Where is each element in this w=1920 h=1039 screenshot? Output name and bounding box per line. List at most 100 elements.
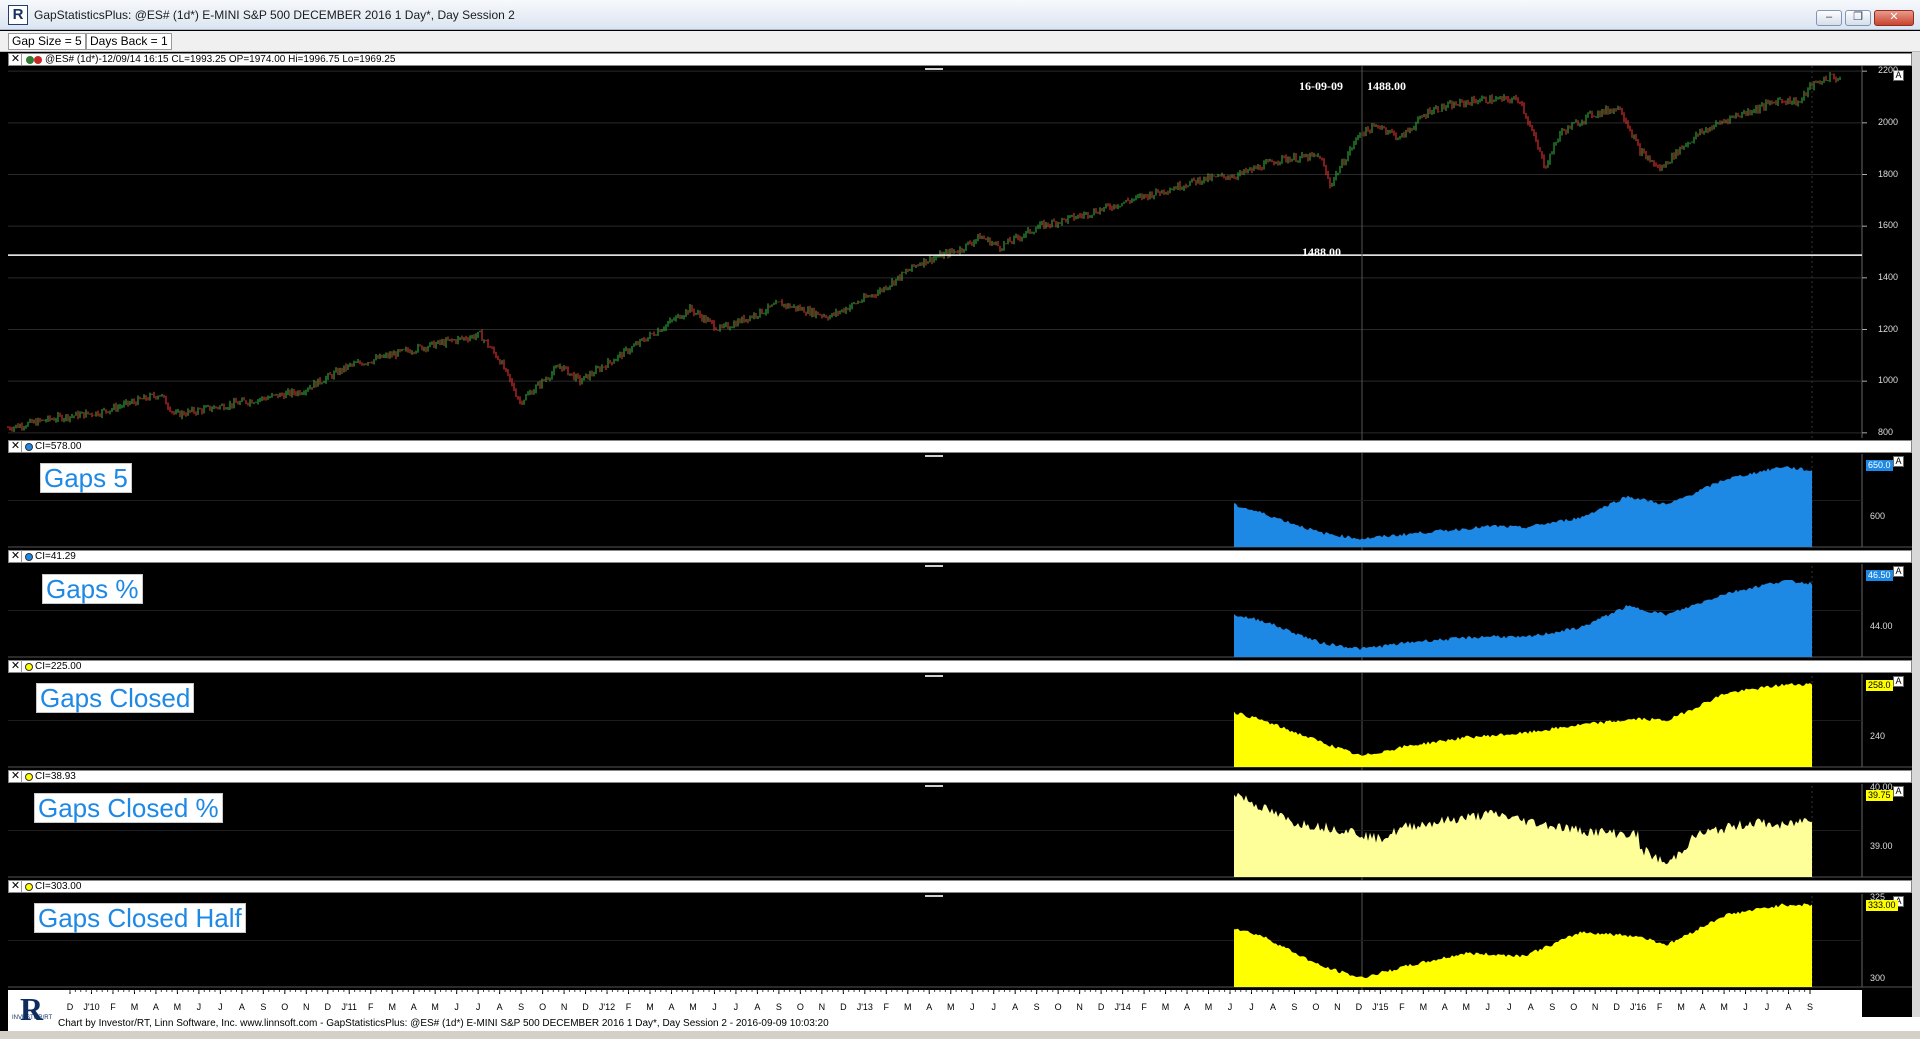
app-window: R GapStatisticsPlus: @ES# (1d*) E-MINI S… xyxy=(0,0,1920,1039)
time-axis-label: F xyxy=(1141,1002,1147,1012)
indicator-dot-icon xyxy=(25,773,33,781)
indicator-area xyxy=(1234,792,1812,877)
indicator-drag-handle[interactable] xyxy=(925,675,943,677)
close-panel-icon[interactable]: ✕ xyxy=(10,440,22,452)
indicator-last-value: 46.50 xyxy=(1866,570,1893,581)
time-axis-label: M xyxy=(388,1002,396,1012)
time-axis-label: M xyxy=(689,1002,697,1012)
time-axis-label: O xyxy=(281,1002,288,1012)
level-value-label: 1488.00 xyxy=(1302,245,1341,259)
indicator-area xyxy=(1234,683,1812,767)
indicator-header-info: CI=41.29 xyxy=(35,551,76,562)
time-axis-label: N xyxy=(561,1002,568,1012)
time-axis-label: M xyxy=(174,1002,182,1012)
time-axis-label: J xyxy=(1507,1002,1512,1012)
time-axis-label: M xyxy=(131,1002,139,1012)
time-axis-label: M xyxy=(1162,1002,1170,1012)
time-axis-label: M xyxy=(1463,1002,1471,1012)
time-axis-label: J xyxy=(734,1002,739,1012)
time-axis-label: M xyxy=(1677,1002,1685,1012)
price-y-tick-label: 800 xyxy=(1878,426,1894,437)
indicator-drag-handle[interactable] xyxy=(925,785,943,787)
indicator-title-label: Gaps Closed % xyxy=(34,793,223,823)
indicator-panel-header: ✕ CI=38.93 xyxy=(8,770,1912,783)
time-axis-label: A xyxy=(926,1002,932,1012)
price-y-tick-label: 2200 xyxy=(1878,65,1899,76)
indicator-tick-label: 44.00 xyxy=(1870,621,1893,631)
indicator-panel-header: ✕ CI=41.29 xyxy=(8,550,1912,563)
vertical-scrollbar[interactable] xyxy=(1912,52,1920,1031)
indicator-tick-label: 39.00 xyxy=(1870,841,1893,851)
cursor-date-label: 16-09-09 xyxy=(1299,79,1343,93)
time-axis-label: J xyxy=(1228,1002,1233,1012)
time-axis-label: F xyxy=(884,1002,890,1012)
time-axis-label: J xyxy=(970,1002,975,1012)
indicator-title-label: Gaps Closed Half xyxy=(34,903,246,933)
time-axis-label: M xyxy=(1420,1002,1428,1012)
close-panel-icon[interactable]: ✕ xyxy=(10,770,22,782)
time-axis-label: F xyxy=(1399,1002,1405,1012)
indicator-title-label: Gaps Closed xyxy=(36,683,195,713)
close-panel-icon[interactable]: ✕ xyxy=(10,550,22,562)
indicator-autoscale-button[interactable]: A xyxy=(1893,456,1904,467)
indicator-tick-label: 40.00 xyxy=(1870,782,1893,792)
indicator-autoscale-button[interactable]: A xyxy=(1893,786,1904,797)
time-axis-label: S xyxy=(1034,1002,1040,1012)
time-axis-label: N xyxy=(303,1002,310,1012)
time-axis-label: D xyxy=(67,1002,74,1012)
time-axis-label: J'15 xyxy=(1372,1002,1388,1012)
time-axis-label: J xyxy=(197,1002,202,1012)
axes: D J'10 F M A M J J A S O N D J'11 F M A M J J A S O N D J'12 F M A M J… xyxy=(8,990,1862,1017)
time-axis-label: S xyxy=(518,1002,524,1012)
indicator-drag-handle[interactable] xyxy=(925,895,943,897)
indicator-header-info: CI=225.00 xyxy=(35,661,82,672)
indicator-area xyxy=(1234,579,1812,657)
indicator-dot-icon xyxy=(25,553,33,561)
close-panel-icon[interactable]: ✕ xyxy=(10,880,22,892)
indicator-area xyxy=(1234,903,1812,987)
time-axis-label: N xyxy=(1334,1002,1341,1012)
indicator-drag-handle[interactable] xyxy=(925,565,943,567)
price-drag-handle[interactable] xyxy=(925,68,943,70)
indicator-drag-handle[interactable] xyxy=(925,455,943,457)
time-axis-label: M xyxy=(904,1002,912,1012)
indicator-panel-header: ✕ CI=578.00 xyxy=(8,440,1912,453)
status-strip xyxy=(0,1031,1920,1039)
time-axis-label: S xyxy=(260,1002,266,1012)
time-axis-label: F xyxy=(368,1002,374,1012)
time-axis-label: J xyxy=(454,1002,459,1012)
time-axis-label: D xyxy=(1613,1002,1620,1012)
time-axis-label: J xyxy=(1743,1002,1748,1012)
indicator-tick-label: 240 xyxy=(1870,731,1886,741)
time-axis-label: O xyxy=(1055,1002,1062,1012)
time-axis-label: A xyxy=(239,1002,245,1012)
indicator-charts xyxy=(8,454,1912,988)
indicator-panel-header: ✕ CI=303.00 xyxy=(8,880,1912,893)
time-axis-label: D xyxy=(582,1002,589,1012)
price-y-tick-label: 1600 xyxy=(1878,220,1899,231)
indicator-autoscale-button[interactable]: A xyxy=(1893,676,1904,687)
indicator-dot-icon xyxy=(25,883,33,891)
time-axis-label: N xyxy=(1076,1002,1083,1012)
price-y-tick-label: 1800 xyxy=(1878,168,1899,179)
time-axis-label: A xyxy=(1528,1002,1534,1012)
indicator-autoscale-button[interactable]: A xyxy=(1893,566,1904,577)
indicator-tick-label: 300 xyxy=(1870,973,1886,983)
indicator-header-info: CI=578.00 xyxy=(35,441,82,452)
time-axis-label: J'16 xyxy=(1630,1002,1646,1012)
time-axis-label: O xyxy=(1570,1002,1577,1012)
close-panel-icon[interactable]: ✕ xyxy=(10,660,22,672)
indicator-header-info: CI=38.93 xyxy=(35,771,76,782)
indicator-dot-icon xyxy=(25,443,33,451)
time-axis-label: J xyxy=(476,1002,481,1012)
logo-letter: R xyxy=(20,991,44,1027)
time-axis-label: D xyxy=(325,1002,332,1012)
indicator-title-label: Gaps 5 xyxy=(40,463,132,493)
time-axis-label: J'11 xyxy=(341,1002,357,1012)
time-axis-label: F xyxy=(626,1002,632,1012)
time-axis-label: D xyxy=(1356,1002,1363,1012)
time-axis-label: N xyxy=(1592,1002,1599,1012)
time-axis-label: M xyxy=(646,1002,654,1012)
indicator-tick-label: 600 xyxy=(1870,511,1886,521)
time-axis-label: M xyxy=(947,1002,955,1012)
